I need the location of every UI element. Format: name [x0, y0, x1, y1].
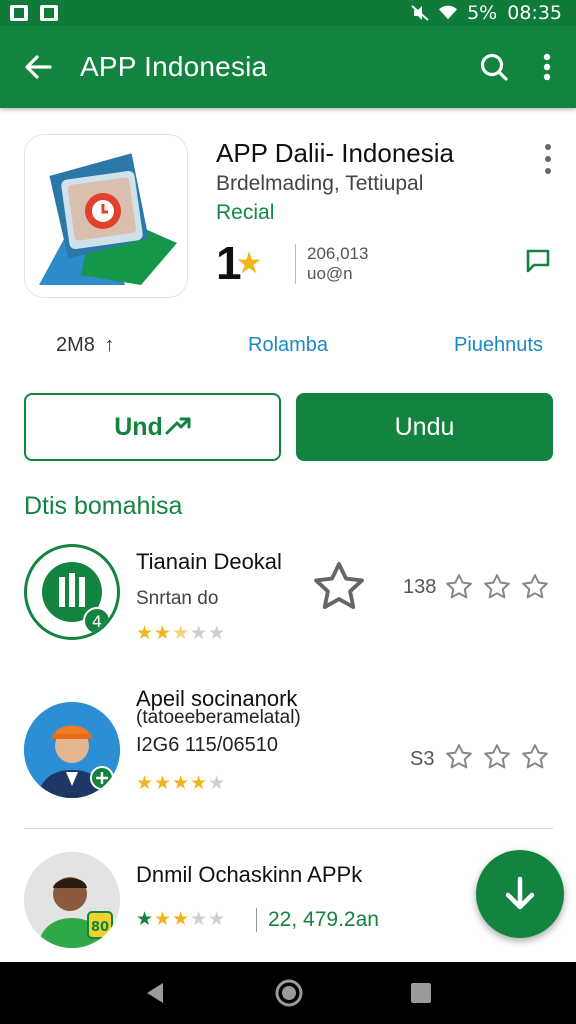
- list-item-1-avatar[interactable]: 4: [24, 544, 120, 640]
- list-item-1-number: 138: [403, 576, 437, 598]
- more-dot-icon: [545, 168, 551, 174]
- arrow-down-icon: [505, 876, 535, 910]
- list-item-3-title[interactable]: Dnmil Ochaskinn APPk: [136, 862, 362, 888]
- arrow-left-icon: [25, 55, 52, 79]
- gmail-icon: [40, 5, 58, 21]
- app-more-button[interactable]: [536, 142, 560, 176]
- battery-percent: 5%: [467, 2, 498, 24]
- list-item-2-number: S3: [410, 748, 435, 770]
- search-icon: [480, 53, 508, 81]
- arrow-icon: [165, 417, 191, 435]
- app-logo-icon: 4: [42, 562, 111, 635]
- star-outline-icon[interactable]: [444, 572, 474, 602]
- back-button[interactable]: [18, 47, 58, 87]
- rating-star-icon: ★: [235, 246, 263, 280]
- star-outline-icon[interactable]: [444, 742, 474, 772]
- star-outline-icon[interactable]: [482, 572, 512, 602]
- mute-icon: [411, 5, 429, 21]
- rating-count-value: 206,013: [307, 244, 369, 263]
- overflow-menu-button[interactable]: [532, 47, 562, 87]
- app-logo-icon: [39, 153, 177, 285]
- list-item-1-subtitle: Snrtan do: [136, 588, 219, 609]
- install-button[interactable]: Undu: [296, 393, 553, 461]
- nav-recents-icon[interactable]: [409, 981, 433, 1005]
- more-dot-icon: [545, 156, 551, 162]
- list-item-3-stars: ★★★★★: [136, 909, 227, 930]
- star-outline-icon[interactable]: [520, 742, 550, 772]
- meta-link-1[interactable]: Rolamba: [248, 334, 328, 357]
- star-outline-icon[interactable]: [520, 572, 550, 602]
- list-item-3-detail: 22, 479.2an: [268, 908, 379, 931]
- status-bar: 5% 08:35: [0, 0, 576, 26]
- person-avatar-icon: 80: [24, 852, 120, 948]
- svg-text:4: 4: [92, 612, 102, 631]
- status-time: 08:35: [507, 2, 562, 24]
- page-title: APP Indonesia: [80, 51, 268, 82]
- list-item-2-avatar[interactable]: [24, 702, 120, 798]
- install-label: Undu: [394, 412, 455, 441]
- list-item-3-divider: [256, 908, 257, 932]
- star-outline-icon: [314, 562, 364, 609]
- notification-icon: [10, 5, 28, 21]
- app-size-value: 2M8: [56, 334, 95, 356]
- app-bar: APP Indonesia: [0, 26, 576, 108]
- app-developer[interactable]: Brdelmading, Tettiupal: [216, 172, 423, 196]
- meta-link-2[interactable]: Piuehnuts: [454, 334, 543, 357]
- rating-count-label: uo@n: [307, 264, 353, 283]
- rating-count: 206,013 uo@n: [307, 244, 368, 284]
- svg-text:80: 80: [91, 920, 109, 935]
- nav-back-icon[interactable]: [143, 980, 169, 1006]
- message-icon: [526, 249, 550, 273]
- list-item-3-avatar[interactable]: 80: [24, 852, 120, 948]
- list-divider: [24, 828, 553, 829]
- list-item-1-rate-stars[interactable]: [444, 572, 550, 602]
- list-item-2-subtitle: (tatoeeberamelatal): [136, 707, 301, 728]
- app-icon: [24, 134, 188, 298]
- system-nav-bar: [0, 962, 576, 1024]
- more-dot-icon: [545, 144, 551, 150]
- app-category[interactable]: Recial: [216, 201, 274, 225]
- nav-home-icon[interactable]: [274, 978, 304, 1008]
- person-avatar-icon: [24, 702, 120, 798]
- list-item-2-detail: I2G6 115/06510: [136, 734, 278, 756]
- star-outline-icon[interactable]: [482, 742, 512, 772]
- list-item-1-favorite-button[interactable]: [310, 558, 368, 621]
- secondary-install-label: Und: [114, 412, 163, 441]
- install-arrow-icon: ↑: [104, 334, 115, 356]
- list-item-1-stars: ★★★★★: [136, 623, 227, 644]
- app-name: APP Dalii- Indonesia: [216, 138, 454, 168]
- rating-divider: [295, 244, 296, 284]
- list-item-1-title[interactable]: Tianain Deokal: [136, 549, 282, 575]
- secondary-install-button[interactable]: Und: [24, 393, 281, 461]
- app-rating: 1 ★: [216, 236, 263, 290]
- wishlist-button[interactable]: [525, 248, 551, 274]
- list-item-2-stars: ★★★★★: [136, 773, 227, 794]
- list-item-2-rate-stars[interactable]: [444, 742, 550, 772]
- section-title: Dtis bomahisa: [24, 492, 183, 520]
- search-button[interactable]: [474, 47, 514, 87]
- download-fab[interactable]: [476, 850, 564, 938]
- app-size: 2M8 ↑: [56, 334, 114, 357]
- wifi-icon: [439, 5, 458, 20]
- more-vert-icon: [543, 53, 551, 81]
